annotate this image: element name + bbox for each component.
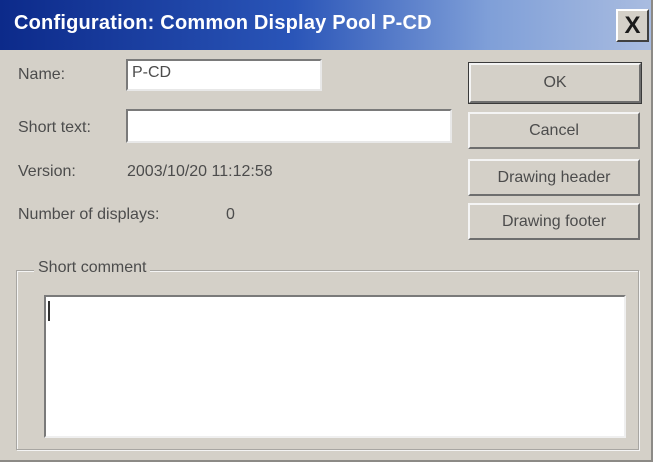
close-button[interactable]: X bbox=[616, 9, 649, 42]
drawing-footer-button[interactable]: Drawing footer bbox=[468, 203, 640, 240]
drawing-header-button[interactable]: Drawing header bbox=[468, 159, 640, 196]
short-text-field[interactable] bbox=[126, 109, 452, 143]
close-icon: X bbox=[624, 11, 641, 39]
version-value: 2003/10/20 11:12:58 bbox=[127, 163, 273, 180]
short-comment-textarea[interactable] bbox=[44, 295, 626, 438]
dialog-window: Configuration: Common Display Pool P-CD … bbox=[0, 0, 653, 462]
window-title: Configuration: Common Display Pool P-CD bbox=[14, 12, 432, 34]
cancel-button[interactable]: Cancel bbox=[468, 112, 640, 149]
ok-button-label: OK bbox=[543, 74, 567, 91]
number-of-displays-value: 0 bbox=[226, 206, 235, 223]
cancel-button-label: Cancel bbox=[529, 121, 579, 139]
text-cursor bbox=[48, 301, 50, 321]
number-of-displays-label: Number of displays: bbox=[18, 206, 160, 223]
version-label: Version: bbox=[18, 163, 76, 180]
name-field-value: P-CD bbox=[132, 64, 172, 81]
name-label: Name: bbox=[18, 66, 66, 83]
drawing-footer-button-label: Drawing footer bbox=[501, 212, 607, 230]
drawing-header-button-label: Drawing header bbox=[497, 168, 611, 186]
short-text-label: Short text: bbox=[18, 119, 91, 136]
name-field[interactable]: P-CD bbox=[126, 59, 322, 91]
short-comment-label: Short comment bbox=[34, 259, 151, 277]
title-bar[interactable]: Configuration: Common Display Pool P-CD … bbox=[0, 0, 651, 50]
ok-button[interactable]: OK bbox=[468, 62, 642, 104]
